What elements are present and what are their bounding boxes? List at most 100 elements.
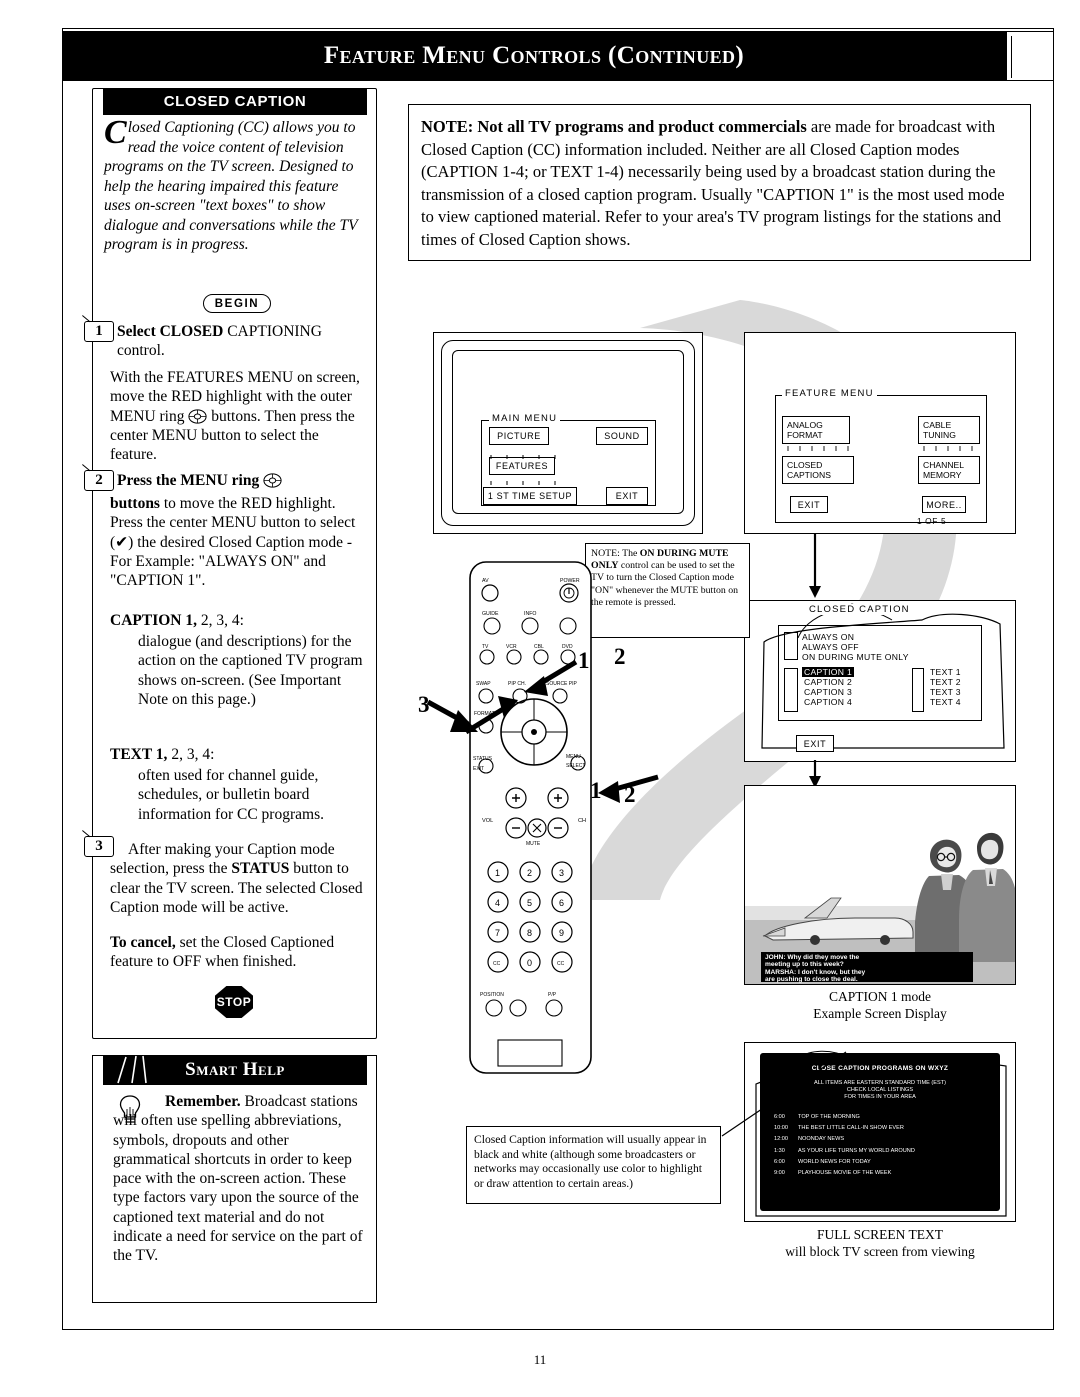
option-always-on[interactable]: ALWAYS ON [802, 632, 909, 642]
step-1-heading: Select CLOSED CAPTIONING control. [117, 322, 369, 361]
page-number: 11 [533, 1352, 547, 1367]
callout-2-top: 2 [614, 644, 626, 669]
step-1-body: With the FEATURES MENU on screen, move t… [110, 368, 368, 464]
caption-modes-label: CAPTION 1, 2, 3, 4: [110, 611, 368, 630]
svg-text:VOL: VOL [482, 818, 493, 824]
step-2-body-b: ) the desired Closed Caption mode - For … [110, 533, 353, 590]
note-connector-line [721, 1051, 847, 1137]
svg-text:6: 6 [559, 898, 564, 908]
fst-row-time: 1:30 [774, 1147, 785, 1154]
feature-menu-exit-button[interactable]: EXIT [790, 496, 828, 513]
svg-text:4: 4 [495, 898, 500, 908]
closed-caption-intro: Closed Captioning (CC) allows you to rea… [104, 114, 367, 255]
cancel-bold: To cancel, [110, 934, 176, 951]
fst-row-text: PLAYHOUSE MOVIE OF THE WEEK [798, 1170, 892, 1177]
feature-menu-channel-memory-button[interactable]: CHANNEL MEMORY [918, 456, 980, 484]
svg-text:5: 5 [527, 898, 532, 908]
svg-text:MUTE: MUTE [526, 841, 541, 847]
option-text-3[interactable]: TEXT 3 [930, 687, 961, 697]
fst-row: 6:00 WORLD NEWS FOR TODAY [774, 1157, 1000, 1168]
note-bold-lead: NOTE: Not all TV programs and product co… [421, 117, 807, 136]
cancel-note: To cancel, set the Closed Captioned feat… [110, 933, 370, 972]
caption-line-3: MARSHA: I don't know, but they [765, 968, 866, 976]
svg-text:1: 1 [495, 868, 500, 878]
svg-text:POSITION: POSITION [480, 992, 504, 998]
feature-menu-cable-tuning-label: CABLE TUNING [923, 420, 956, 440]
svg-text:9: 9 [559, 928, 564, 938]
text-modes-label: TEXT 1, 2, 3, 4: [110, 745, 368, 764]
intro-dropcap: C [104, 114, 127, 151]
text-label-rest: 2, 3, 4: [171, 746, 215, 763]
step-3-body: After making your Caption mode selection… [110, 840, 370, 917]
main-menu-legend: MAIN MENU [489, 413, 561, 424]
begin-button: BEGIN [203, 294, 271, 313]
step-2-number: 2 [84, 470, 114, 491]
caption-modes-body: dialogue (and descriptions) for the acti… [138, 633, 363, 708]
text-list[interactable]: TEXT 1 TEXT 2 TEXT 3 TEXT 4 [930, 667, 961, 707]
option-text-1[interactable]: TEXT 1 [930, 667, 961, 677]
fst-undercaption: FULL SCREEN TEXT will block TV screen fr… [744, 1226, 1016, 1260]
feature-menu-cable-tuning-button[interactable]: CABLE TUNING [918, 416, 980, 444]
step-2-heading-bold: Press the MENU ring [117, 472, 260, 489]
option-caption-1[interactable]: CAPTION 1 [802, 667, 855, 677]
remote-control: AV POWER GUIDE INFO TV VCR CBL DVD SWAP … [468, 560, 593, 1075]
caption-example-photo: JOHN: Why did they move the meeting up t… [744, 785, 1016, 985]
step-2-heading: Press the MENU ring [117, 471, 369, 490]
smart-help-bold: Remember. [165, 1093, 241, 1110]
photo-undercaption: CAPTION 1 mode Example Screen Display [744, 988, 1016, 1022]
svg-text:2: 2 [527, 868, 532, 878]
svg-text:8: 8 [527, 928, 532, 938]
text-label-bold: TEXT 1, [110, 746, 168, 763]
closed-caption-menu-legend: CLOSED CAPTION [806, 604, 913, 615]
feature-menu-analog-format-button[interactable]: ANALOG FORMAT [782, 416, 850, 444]
feature-menu-channel-memory-label: CHANNEL MEMORY [923, 460, 964, 480]
closed-caption-panel-title: CLOSED CAPTION [103, 88, 367, 115]
option-caption-4[interactable]: CAPTION 4 [802, 697, 854, 707]
feature-menu-more-button[interactable]: MORE.. [922, 496, 966, 513]
mute-note-bold-1: ON DURING [639, 548, 697, 559]
fst-row: 9:00 PLAYHOUSE MOVIE OF THE WEEK [774, 1168, 1000, 1179]
main-menu-sound-button[interactable]: SOUND [596, 427, 648, 445]
text-group-highlight-box[interactable] [912, 668, 924, 712]
option-caption-2[interactable]: CAPTION 2 [802, 677, 854, 687]
main-menu-picture-button[interactable]: PICTURE [489, 427, 549, 445]
important-note-text: NOTE: Not all TV programs and product co… [421, 116, 1021, 251]
closed-caption-exit-button[interactable]: EXIT [796, 735, 834, 752]
callout-2-bottom: 2 [624, 782, 636, 807]
svg-text:GUIDE: GUIDE [482, 611, 499, 617]
caption-group2-highlight-box[interactable] [784, 668, 798, 712]
svg-text:AV: AV [482, 578, 489, 584]
caption-group1-highlight-box[interactable] [784, 632, 798, 660]
main-menu-connector-lines [490, 455, 556, 485]
option-text-2[interactable]: TEXT 2 [930, 677, 961, 687]
smart-help-rays-icon [117, 1055, 147, 1084]
callout-1-bottom: 1 [590, 778, 602, 803]
arrow-feature-to-caption [809, 534, 821, 598]
feature-menu-pager: 1 OF 5 [917, 516, 947, 526]
stop-label: STOP [215, 986, 253, 1018]
page-header: Feature Menu Controls (Continued) [62, 31, 1006, 81]
caption-group1-options[interactable]: ALWAYS ON ALWAYS OFF ON DURING MUTE ONLY [802, 632, 909, 663]
callout-3: 3 [418, 692, 430, 717]
header-corner-mark [1006, 31, 1054, 81]
fst-row-time: 9:00 [774, 1170, 785, 1177]
caption-list[interactable]: CAPTION 1 CAPTION 2 CAPTION 3 CAPTION 4 [802, 667, 855, 707]
svg-text:POWER: POWER [560, 578, 580, 584]
mute-note-lead: NOTE: The [591, 548, 640, 559]
fst-row-text: AS YOUR LIFE TURNS MY WORLD AROUND [798, 1147, 915, 1154]
svg-text:CH: CH [578, 818, 586, 824]
step-1-number: 1 [84, 321, 114, 342]
feature-menu-legend: FEATURE MENU [782, 388, 877, 399]
menu-ring-icon-2 [263, 473, 282, 488]
option-on-during-mute-only[interactable]: ON DURING MUTE ONLY [802, 652, 909, 662]
photo-undercaption-1: CAPTION 1 mode [829, 989, 931, 1004]
option-always-off[interactable]: ALWAYS OFF [802, 642, 909, 652]
status-button-word: STATUS [231, 860, 290, 878]
smart-help-text: Broadcast stations will often use spelli… [113, 1093, 363, 1265]
option-caption-3[interactable]: CAPTION 3 [802, 687, 854, 697]
option-text-4[interactable]: TEXT 4 [930, 697, 961, 707]
feature-menu-closed-captions-button[interactable]: CLOSED CAPTIONS [782, 456, 854, 484]
check-icon: ✔ [115, 533, 129, 551]
fst-undercaption-1: FULL SCREEN TEXT [816, 1227, 943, 1242]
svg-text:INFO: INFO [524, 611, 536, 617]
